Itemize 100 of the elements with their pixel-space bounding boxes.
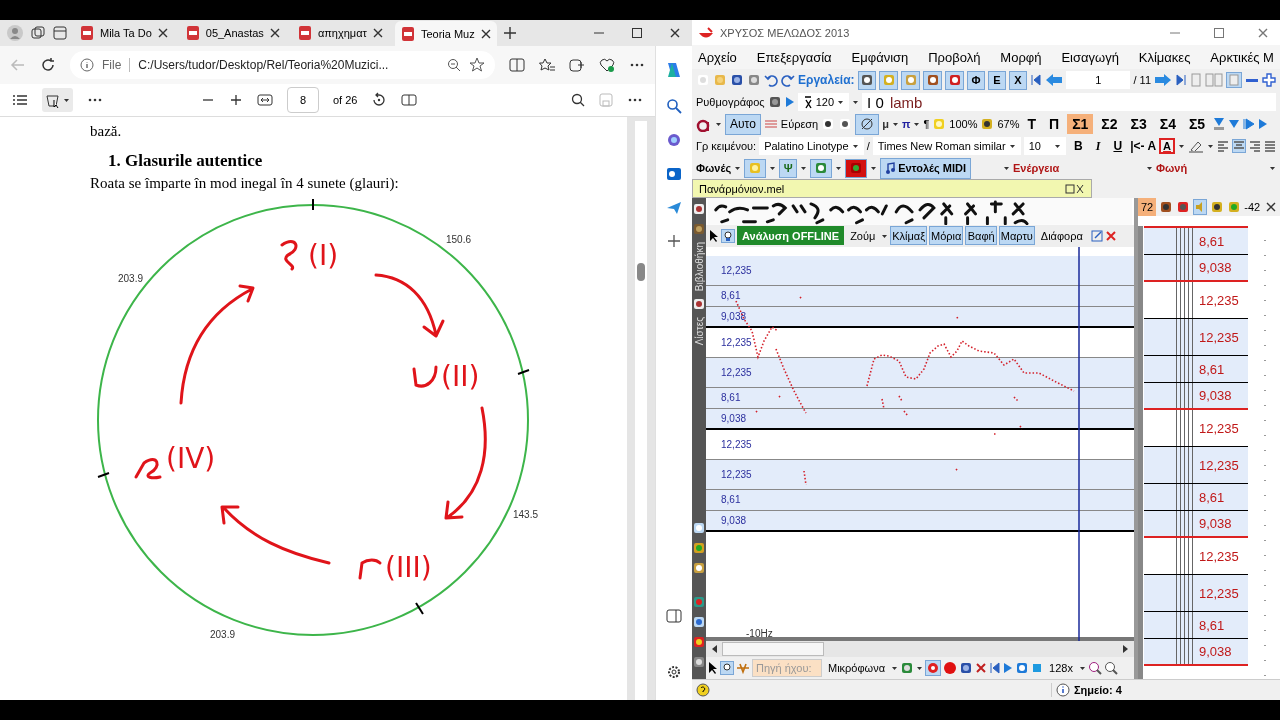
scale-step-value: 12,235 [1198,585,1239,601]
menu-item[interactable]: Εισαγωγή [1061,49,1119,65]
interval-label: 143.5 [513,509,539,520]
pitch-graph[interactable]: 12,235 8,61 9,038 12,235 12,235 8,61 9,038 12,235 12,235 8,61 9,038 -10Hz [706,246,1134,638]
frequency-value: 8,61 [721,392,741,404]
tempo-field[interactable]: 120 [797,93,850,111]
frequency-value: 9,038 [721,310,747,322]
psi-button[interactable]: Ψ [779,158,798,178]
device-dropdown[interactable]: Μικρόφωνα [824,662,890,675]
mode-label: (III) [385,551,432,584]
pi-button[interactable]: π [901,118,911,130]
frequency-value: 9,038 [721,412,747,424]
address-bar[interactable]: File C:/Users/tudor/Desktop/Rel/Teoria%20Muzici... [70,51,495,79]
tool-button[interactable]: Ε [988,70,1006,90]
voice-label: Φωνή [1156,162,1189,174]
voice-button[interactable]: Σ2 [1096,114,1123,134]
menu-item[interactable]: Εμφάνιση [851,49,909,65]
style-button[interactable]: I [1090,136,1106,156]
menu-item[interactable]: Μορφή [1000,49,1042,65]
size-dropdown[interactable]: 10 [1023,137,1067,155]
toggle-button[interactable]: Κλίμαξ [890,226,927,246]
frequency-value: 9,038 [721,514,747,526]
scale-step-value: 12,235 [1198,457,1239,473]
interval-label: 203.9 [118,273,144,284]
midi-button[interactable]: Εντολές MIDI [880,157,971,179]
zoom-menu[interactable]: Ζούμ [846,229,880,242]
rhythm-field[interactable]: Ι 0 lamb [862,93,1276,111]
style-button[interactable]: U [1108,136,1128,156]
counter-text: Ι 0 [867,93,884,111]
toggle-button[interactable]: Μόρια [929,226,964,246]
side-tab[interactable]: Λίστες [693,317,705,346]
voice-button[interactable]: Σ1 [1067,114,1094,134]
mode-label: (II) [441,360,480,393]
frequency-value: 8,61 [721,290,741,302]
interval-label: 203.9 [210,629,236,640]
body-text: Roata se împarte în mod inegal în 4 sunete (glauri): [90,175,400,192]
mu-button[interactable]: μ [882,118,889,130]
browser-tab[interactable]: Mila Ta Do [74,22,174,44]
page-number-field[interactable]: 8 [287,87,319,113]
page-field[interactable]: 1 [1066,71,1131,89]
scale-step-value: 12,235 [1198,292,1239,308]
side-tab[interactable]: Βιβλιοθήκη [693,242,705,292]
scale-step-value: 8,61 [1198,489,1225,505]
tool-button[interactable]: Φ [967,70,985,90]
misc-menu[interactable]: Διάφορα [1036,229,1087,242]
window-title: ΧΡΥΣΟΣ ΜΕΛΩΔΟΣ 2013 [720,26,850,39]
frequency-value: 12,235 [721,366,752,378]
toolbar-label: Ρυθμογράφος [696,96,765,108]
offline-analysis-button[interactable]: Ανάλυση OFFLINE [737,226,845,246]
section-heading: 1. Glasurile autentice [108,151,264,171]
menu-item[interactable]: Αρχείο [698,49,737,65]
audio-source-field[interactable]: Πηγή ήχου: [752,659,822,678]
page-total: / 11 [1133,74,1151,86]
browser-tab[interactable]: 05_Anastas [179,22,286,44]
frequency-value: 8,61 [721,494,741,506]
frequency-value: 12,235 [721,336,752,348]
scale-step-value: 12,235 [1198,420,1239,436]
font-dropdown[interactable]: Palatino Linotype [759,137,864,155]
tau-button[interactable]: Τ [1022,114,1042,134]
find-button[interactable]: Εύρεση [780,118,819,130]
font-color-button[interactable]: A [1159,138,1175,154]
zoom-level: 100% [949,118,978,130]
menu-item[interactable]: Κλίμακες [1138,49,1191,65]
browser-tab[interactable]: Teoria Muz [394,21,497,47]
browser-tab[interactable]: απηχηματ [291,22,389,44]
url-text: C:/Users/tudor/Desktop/Rel/Teoria%20Muzici... [138,58,390,72]
menu-item[interactable]: Προβολή [928,49,981,65]
scale-step-value: 8,61 [1198,233,1225,249]
font-dropdown[interactable]: Times New Roman similar [872,137,1021,155]
scale-step-value: 9,038 [1198,388,1232,403]
scale-step-value: 8,61 [1198,361,1225,377]
meter-text: lamb [889,93,923,111]
pi-big-button[interactable]: Π [1044,114,1065,134]
separator-text: / [866,140,870,152]
pilcrow-button[interactable]: ¶ [923,118,930,130]
voice-button[interactable]: Σ4 [1154,114,1181,134]
scale-step-value: 12,235 [1198,548,1239,564]
document-tab[interactable]: Πανάρμόνιον.mel [692,179,1092,198]
page-count: of 26 [333,94,358,106]
toolbar-label: Φωνές [696,162,732,174]
menu-item[interactable]: Επεξεργασία [756,49,832,65]
style-button[interactable]: B [1069,136,1088,156]
offset-value: -42 [1244,201,1261,213]
mode-label: (IV) [166,442,216,475]
toggle-button[interactable]: Μαρτυ [998,226,1035,246]
auto-button[interactable]: Αυτο [725,113,761,135]
interval-label: 150.6 [446,234,472,245]
menu-item[interactable]: Αρκτικές Μ [1210,49,1274,65]
scale-step-value: 12,235 [1198,329,1239,345]
voice-button[interactable]: Σ5 [1183,114,1211,134]
scale-step-value: 8,61 [1198,617,1225,633]
toggle-button[interactable]: Βαφή [965,226,997,246]
indent-button[interactable]: |<- A [1130,139,1157,153]
url-scheme: File [102,58,131,72]
body-text: bază. [90,123,123,139]
action-label: Ενέργεια [1013,162,1061,174]
voice-button[interactable]: Σ3 [1125,114,1152,134]
frequency-value: 12,235 [721,468,752,480]
tool-button[interactable]: Χ [1009,70,1027,90]
zoom-dropdown[interactable]: 128x [1045,662,1077,675]
